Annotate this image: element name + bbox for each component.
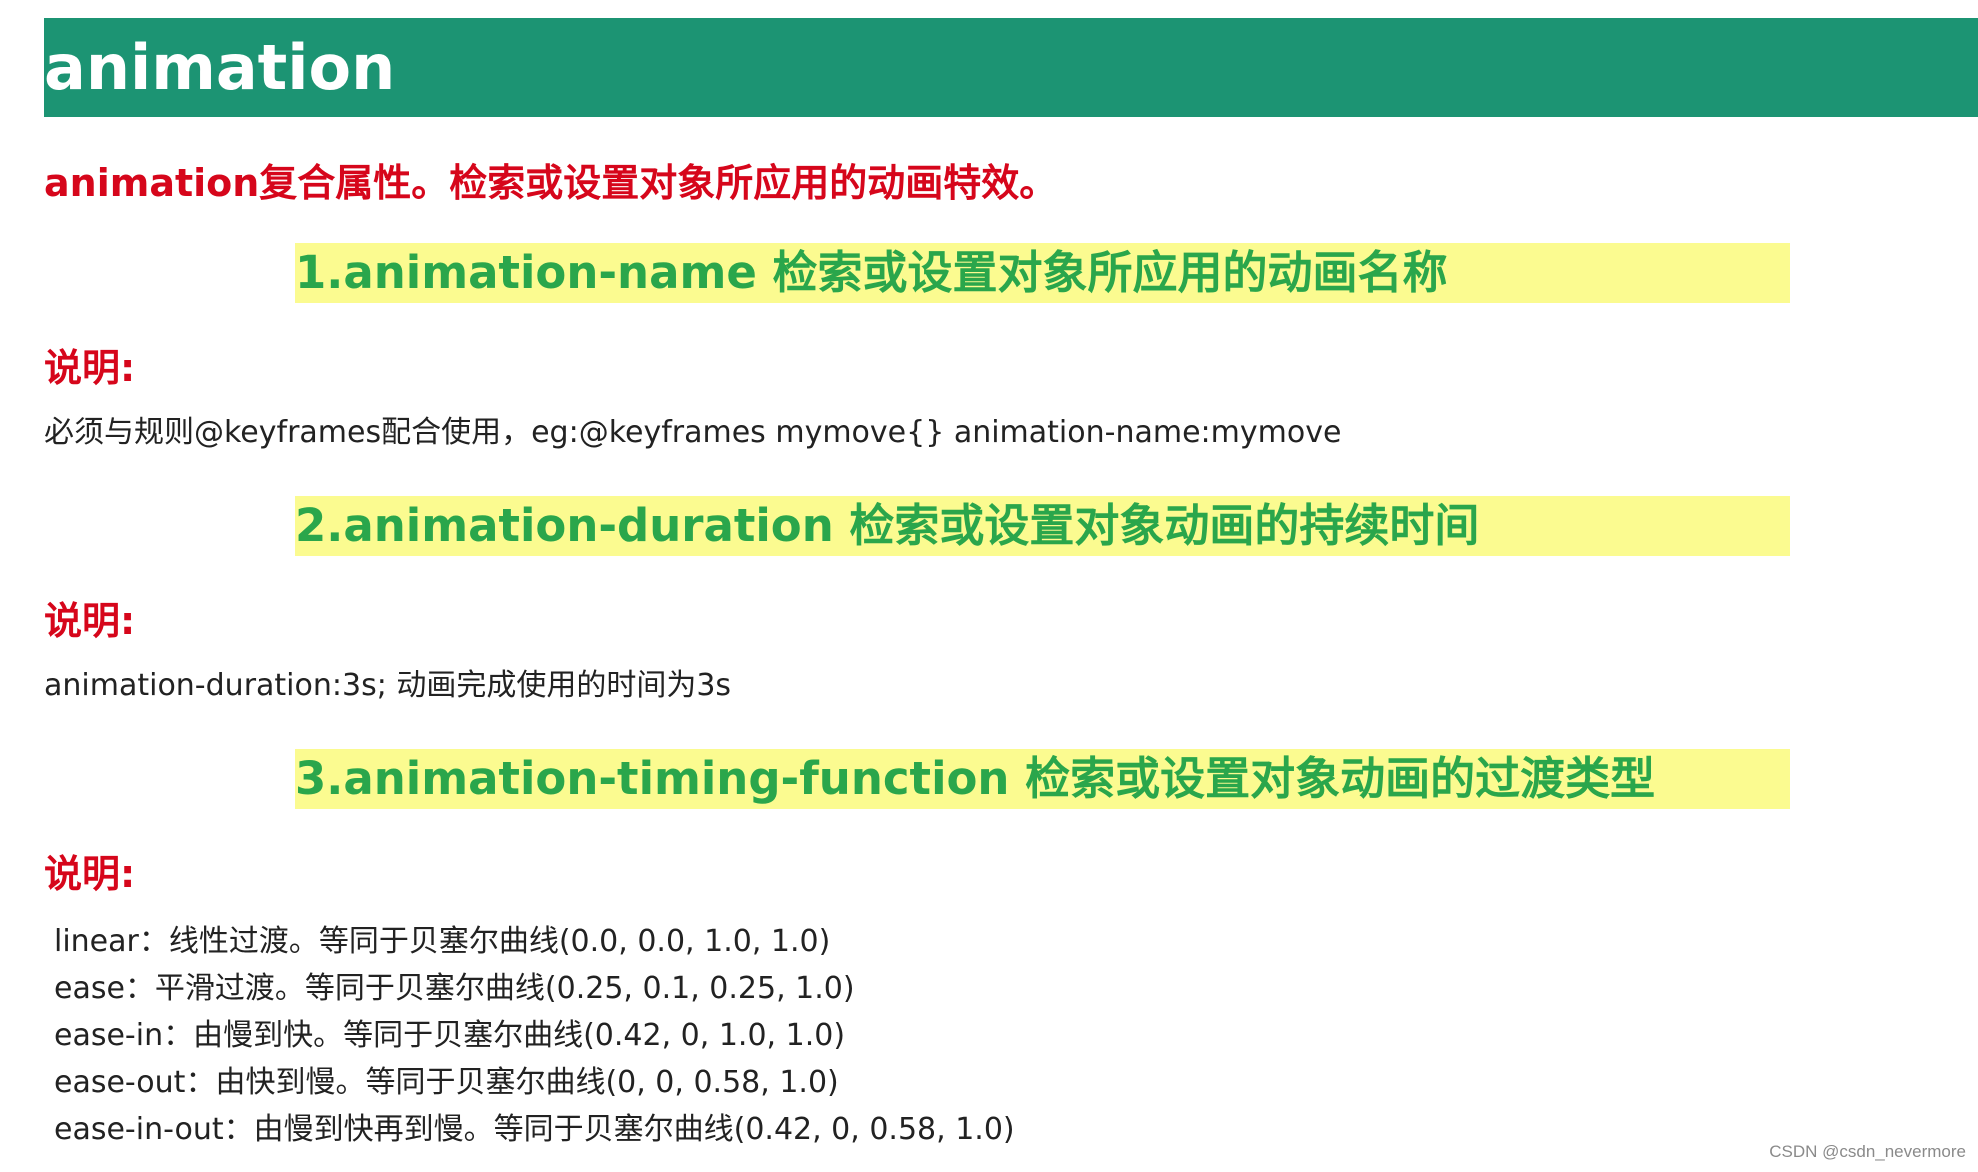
watermark: CSDN @csdn_nevermore	[1769, 1142, 1966, 1161]
section-description: 必须与规则@keyframes配合使用，eg:@keyframes mymove…	[44, 415, 1342, 450]
section-description: animation-duration:3s; 动画完成使用的时间为3s	[44, 668, 732, 703]
intro-text: animation复合属性。检索或设置对象所应用的动画特效。	[44, 161, 1058, 205]
list-item: ease-out：由快到慢。等同于贝塞尔曲线(0, 0, 0.58, 1.0)	[54, 1065, 839, 1100]
list-item: ease-in：由慢到快。等同于贝塞尔曲线(0.42, 0, 1.0, 1.0)	[54, 1018, 846, 1053]
section-heading-animation-name: 1.animation-name 检索或设置对象所应用的动画名称	[295, 246, 1448, 299]
list-item: ease：平滑过渡。等同于贝塞尔曲线(0.25, 0.1, 0.25, 1.0)	[54, 971, 855, 1006]
list-item: ease-in-out：由慢到快再到慢。等同于贝塞尔曲线(0.42, 0, 0.…	[54, 1112, 1015, 1147]
timing-function-list: linear：线性过渡。等同于贝塞尔曲线(0.0, 0.0, 1.0, 1.0)…	[54, 918, 1015, 1153]
list-item: linear：线性过渡。等同于贝塞尔曲线(0.0, 0.0, 1.0, 1.0)	[54, 924, 831, 959]
section-heading-animation-timing-function: 3.animation-timing-function 检索或设置对象动画的过渡…	[295, 752, 1656, 805]
section-heading-animation-duration: 2.animation-duration 检索或设置对象动画的持续时间	[295, 499, 1480, 552]
page-title: animation	[44, 31, 396, 104]
note-label: 说明:	[44, 852, 136, 896]
note-label: 说明:	[44, 346, 136, 390]
note-label: 说明:	[44, 599, 136, 643]
